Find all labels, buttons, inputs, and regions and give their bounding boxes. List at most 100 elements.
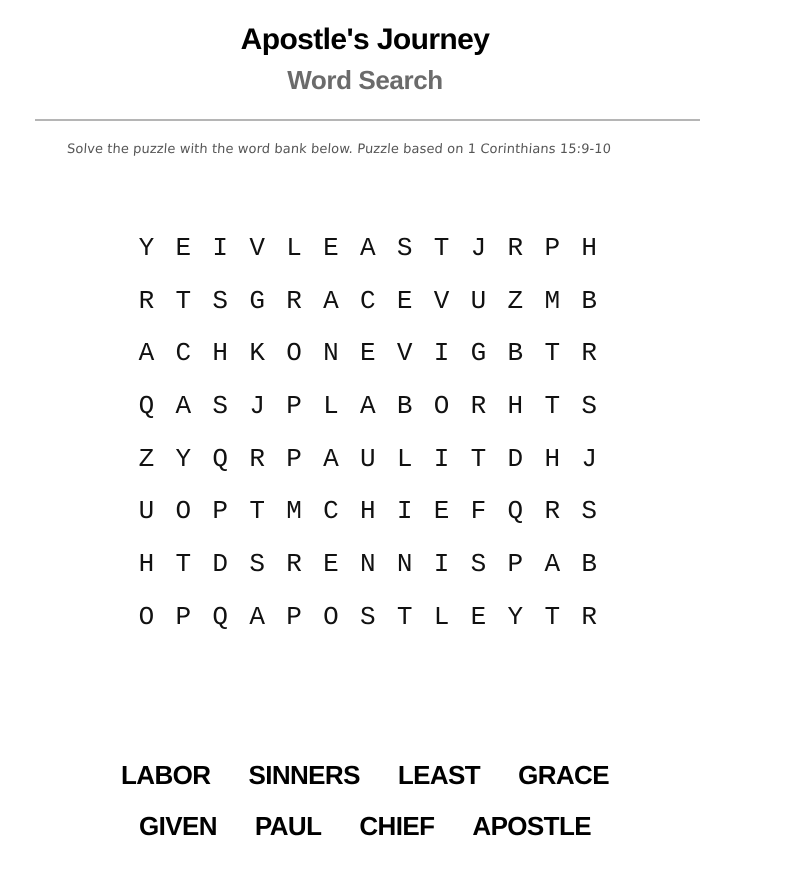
grid-letter[interactable]: T [460,441,497,477]
grid-letter[interactable]: S [202,283,239,319]
grid-letter[interactable]: S [386,230,423,266]
grid-letter[interactable]: E [312,546,349,582]
grid-letter[interactable]: R [571,599,608,635]
grid-letter[interactable]: A [534,546,571,582]
grid-letter[interactable]: P [276,599,313,635]
grid-letter[interactable]: Y [128,230,165,266]
grid-letter[interactable]: S [460,546,497,582]
grid-letter[interactable]: O [423,388,460,424]
grid-letter[interactable]: P [165,599,202,635]
grid-letter[interactable]: A [128,335,165,371]
grid-letter[interactable]: S [571,493,608,529]
grid-letter[interactable]: V [386,335,423,371]
grid-letter[interactable]: F [460,493,497,529]
grid-letter[interactable]: R [460,388,497,424]
grid-letter[interactable]: B [571,283,608,319]
grid-letter[interactable]: T [534,335,571,371]
grid-letter[interactable]: Q [202,599,239,635]
grid-letter[interactable]: T [165,283,202,319]
grid-letter[interactable]: A [165,388,202,424]
grid-letter[interactable]: P [534,230,571,266]
grid-letter[interactable]: T [239,493,276,529]
grid-letter[interactable]: H [202,335,239,371]
grid-letter[interactable]: P [202,493,239,529]
grid-letter[interactable]: C [165,335,202,371]
grid-letter[interactable]: I [423,441,460,477]
grid-letter[interactable]: E [460,599,497,635]
grid-letter[interactable]: P [497,546,534,582]
grid-letter[interactable]: E [386,283,423,319]
grid-letter[interactable]: S [239,546,276,582]
grid-letter[interactable]: V [423,283,460,319]
grid-letter[interactable]: K [239,335,276,371]
grid-letter[interactable]: R [276,546,313,582]
grid-letter[interactable]: Z [497,283,534,319]
grid-letter[interactable]: L [386,441,423,477]
grid-letter[interactable]: I [423,546,460,582]
grid-letter[interactable]: E [312,230,349,266]
grid-letter[interactable]: E [165,230,202,266]
grid-letter[interactable]: A [312,283,349,319]
grid-letter[interactable]: A [312,441,349,477]
grid-letter[interactable]: M [534,283,571,319]
grid-letter[interactable]: J [239,388,276,424]
grid-letter[interactable]: I [202,230,239,266]
grid-letter[interactable]: D [202,546,239,582]
grid-letter[interactable]: B [497,335,534,371]
grid-letter[interactable]: G [239,283,276,319]
grid-letter[interactable]: N [386,546,423,582]
grid-letter[interactable]: B [386,388,423,424]
grid-letter[interactable]: U [460,283,497,319]
grid-letter[interactable]: Y [497,599,534,635]
grid-letter[interactable]: B [571,546,608,582]
grid-letter[interactable]: P [276,388,313,424]
grid-letter[interactable]: R [128,283,165,319]
grid-letter[interactable]: O [276,335,313,371]
grid-letter[interactable]: O [165,493,202,529]
grid-letter[interactable]: T [534,599,571,635]
grid-letter[interactable]: R [239,441,276,477]
grid-letter[interactable]: T [534,388,571,424]
grid-letter[interactable]: T [386,599,423,635]
grid-letter[interactable]: L [423,599,460,635]
grid-letter[interactable]: G [460,335,497,371]
grid-letter[interactable]: T [165,546,202,582]
grid-letter[interactable]: Q [497,493,534,529]
grid-letter[interactable]: H [128,546,165,582]
grid-letter[interactable]: A [239,599,276,635]
grid-letter[interactable]: S [349,599,386,635]
grid-letter[interactable]: P [276,441,313,477]
grid-letter[interactable]: O [312,599,349,635]
grid-letter[interactable]: J [460,230,497,266]
grid-letter[interactable]: H [497,388,534,424]
grid-letter[interactable]: D [497,441,534,477]
grid-letter[interactable]: C [312,493,349,529]
grid-letter[interactable]: L [312,388,349,424]
grid-letter[interactable]: J [571,441,608,477]
grid-letter[interactable]: Y [165,441,202,477]
grid-letter[interactable]: Z [128,441,165,477]
grid-letter[interactable]: N [312,335,349,371]
grid-letter[interactable]: V [239,230,276,266]
grid-letter[interactable]: E [423,493,460,529]
grid-letter[interactable]: C [349,283,386,319]
grid-letter[interactable]: H [534,441,571,477]
grid-letter[interactable]: Q [202,441,239,477]
grid-letter[interactable]: U [349,441,386,477]
grid-letter[interactable]: I [423,335,460,371]
grid-letter[interactable]: U [128,493,165,529]
grid-letter[interactable]: Q [128,388,165,424]
grid-letter[interactable]: A [349,230,386,266]
grid-letter[interactable]: I [386,493,423,529]
grid-letter[interactable]: O [128,599,165,635]
grid-letter[interactable]: A [349,388,386,424]
grid-letter[interactable]: H [571,230,608,266]
grid-letter[interactable]: T [423,230,460,266]
grid-letter[interactable]: R [534,493,571,529]
grid-letter[interactable]: R [276,283,313,319]
grid-letter[interactable]: M [276,493,313,529]
grid-letter[interactable]: N [349,546,386,582]
grid-letter[interactable]: E [349,335,386,371]
grid-letter[interactable]: R [571,335,608,371]
grid-letter[interactable]: S [202,388,239,424]
